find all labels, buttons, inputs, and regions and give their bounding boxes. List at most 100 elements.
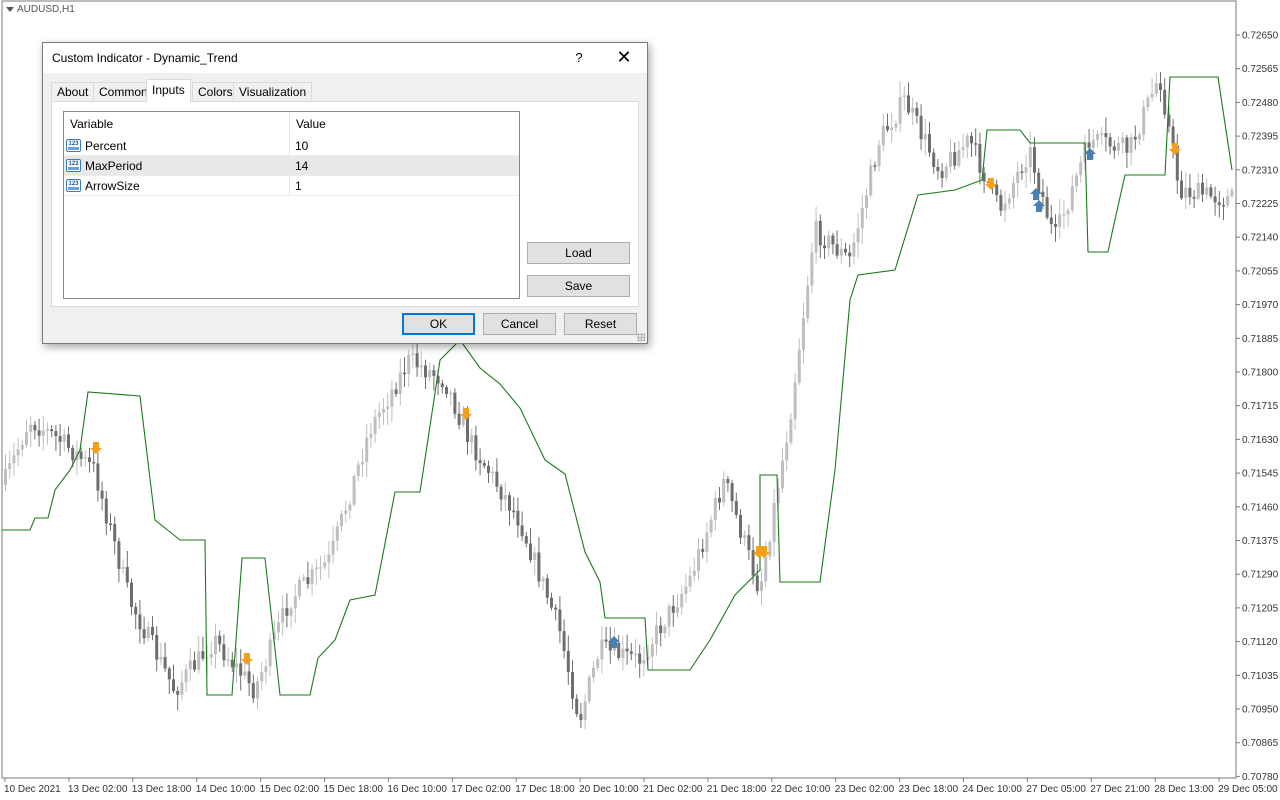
- price-label: 0.72565: [1242, 64, 1279, 75]
- grid-row-percent[interactable]: 123 Percent 10: [64, 136, 519, 156]
- candle-bear: [1213, 196, 1217, 203]
- grid-header: Variable Value: [64, 112, 519, 136]
- candle-bull: [146, 626, 150, 639]
- candle-bull: [281, 608, 285, 623]
- candle-bull: [25, 432, 28, 445]
- candle-bull: [188, 660, 192, 670]
- value-cell[interactable]: 14: [295, 156, 308, 176]
- candle-bear: [953, 152, 957, 166]
- price-label: 0.72480: [1242, 98, 1279, 109]
- candle-bull: [373, 416, 377, 435]
- integer-type-icon: 123: [66, 139, 81, 152]
- candle-bull: [411, 353, 415, 355]
- candle-bear: [457, 413, 461, 425]
- inputs-grid[interactable]: Variable Value 123 Percent 10 123 MaxPer…: [63, 111, 520, 299]
- cancel-button[interactable]: Cancel: [483, 313, 556, 335]
- help-button[interactable]: ?: [569, 43, 589, 73]
- candle-bull: [268, 639, 272, 667]
- candle-bull: [390, 389, 394, 407]
- value-cell[interactable]: 10: [295, 136, 308, 156]
- candle-bull: [692, 570, 696, 576]
- candle-bull: [789, 419, 793, 443]
- dialog-titlebar[interactable]: Custom Indicator - Dynamic_Trend ? ✕: [43, 43, 647, 73]
- candle-bull: [839, 248, 843, 256]
- save-button[interactable]: Save: [527, 275, 630, 297]
- candle-bear: [50, 429, 54, 432]
- candle-bear: [54, 431, 58, 437]
- candle-bear: [529, 543, 532, 561]
- candle-bear: [932, 152, 936, 167]
- time-label: 22 Dec 10:00: [771, 784, 831, 795]
- grid-row-arrowsize[interactable]: 123 ArrowSize 1: [64, 176, 519, 196]
- candle-bull: [256, 681, 259, 699]
- candle-bear: [558, 609, 562, 632]
- candle-bull: [314, 567, 318, 570]
- candle-bear: [516, 510, 520, 526]
- ok-button[interactable]: OK: [402, 313, 475, 335]
- candle-bull: [957, 150, 961, 166]
- reset-button[interactable]: Reset: [564, 313, 637, 335]
- candle-bear: [638, 653, 642, 664]
- candle-bull: [923, 134, 927, 140]
- candle-bull: [184, 669, 188, 683]
- tab-inputs[interactable]: Inputs: [146, 79, 191, 102]
- value-cell[interactable]: 1: [295, 176, 302, 196]
- column-header-value[interactable]: Value: [290, 112, 519, 136]
- candle-bear: [818, 220, 822, 246]
- variable-cell: 123 ArrowSize: [64, 176, 290, 196]
- candle-bear: [125, 566, 129, 583]
- candle-bull: [1024, 167, 1028, 173]
- candle-bull: [1230, 190, 1234, 196]
- tab-about[interactable]: About: [51, 82, 95, 100]
- candle-bull: [1226, 195, 1230, 206]
- candle-bear: [579, 714, 583, 721]
- candle-bear: [1192, 197, 1196, 199]
- candle-bear: [545, 578, 549, 598]
- candle-bear: [138, 614, 142, 630]
- candle-bull: [1003, 203, 1007, 211]
- price-label: 0.71035: [1242, 671, 1279, 682]
- time-label: 17 Dec 02:00: [451, 784, 511, 795]
- candle-bull: [29, 424, 33, 433]
- candle-bull: [1016, 171, 1020, 184]
- candle-bull: [961, 147, 965, 151]
- candle-bull: [470, 435, 474, 443]
- tab-visualization[interactable]: Visualization: [233, 82, 313, 100]
- integer-type-icon: 123: [66, 179, 81, 192]
- candle-bear: [79, 451, 83, 459]
- chart-menu-triangle-icon[interactable]: [6, 7, 14, 12]
- candle-bull: [676, 607, 679, 613]
- candle-bull: [600, 639, 604, 660]
- candle-bull: [20, 444, 24, 450]
- candle-bull: [1012, 183, 1015, 199]
- candle-bear: [1020, 171, 1024, 174]
- candle-bear: [831, 235, 835, 245]
- candle-bear: [936, 166, 940, 172]
- candle-bear: [445, 387, 448, 395]
- candle-bear: [495, 471, 499, 487]
- candle-bull: [197, 651, 201, 670]
- candle-bear: [995, 184, 999, 196]
- resize-grip-icon[interactable]: [637, 333, 645, 341]
- candle-bull: [911, 107, 915, 113]
- column-header-variable[interactable]: Variable: [64, 112, 290, 136]
- candle-bear: [117, 541, 121, 569]
- candle-bull: [772, 503, 776, 542]
- time-label: 24 Dec 10:00: [963, 784, 1023, 795]
- candle-bull: [743, 535, 747, 538]
- candle-bear: [999, 195, 1003, 211]
- tab-colors[interactable]: Colors: [192, 82, 239, 100]
- candle-bull: [1066, 210, 1070, 215]
- candle-bear: [167, 668, 171, 680]
- load-button[interactable]: Load: [527, 242, 630, 264]
- candle-bull: [365, 437, 369, 463]
- variable-name: ArrowSize: [85, 179, 140, 193]
- close-button[interactable]: ✕: [611, 43, 637, 73]
- grid-row-maxperiod[interactable]: 123 MaxPeriod 14: [64, 156, 519, 176]
- candle-bear: [109, 523, 112, 525]
- candle-bear: [974, 143, 978, 145]
- tab-common[interactable]: Common: [93, 82, 154, 100]
- candle-bull: [869, 165, 873, 196]
- candle-bear: [176, 691, 180, 695]
- candle-bear: [671, 605, 675, 613]
